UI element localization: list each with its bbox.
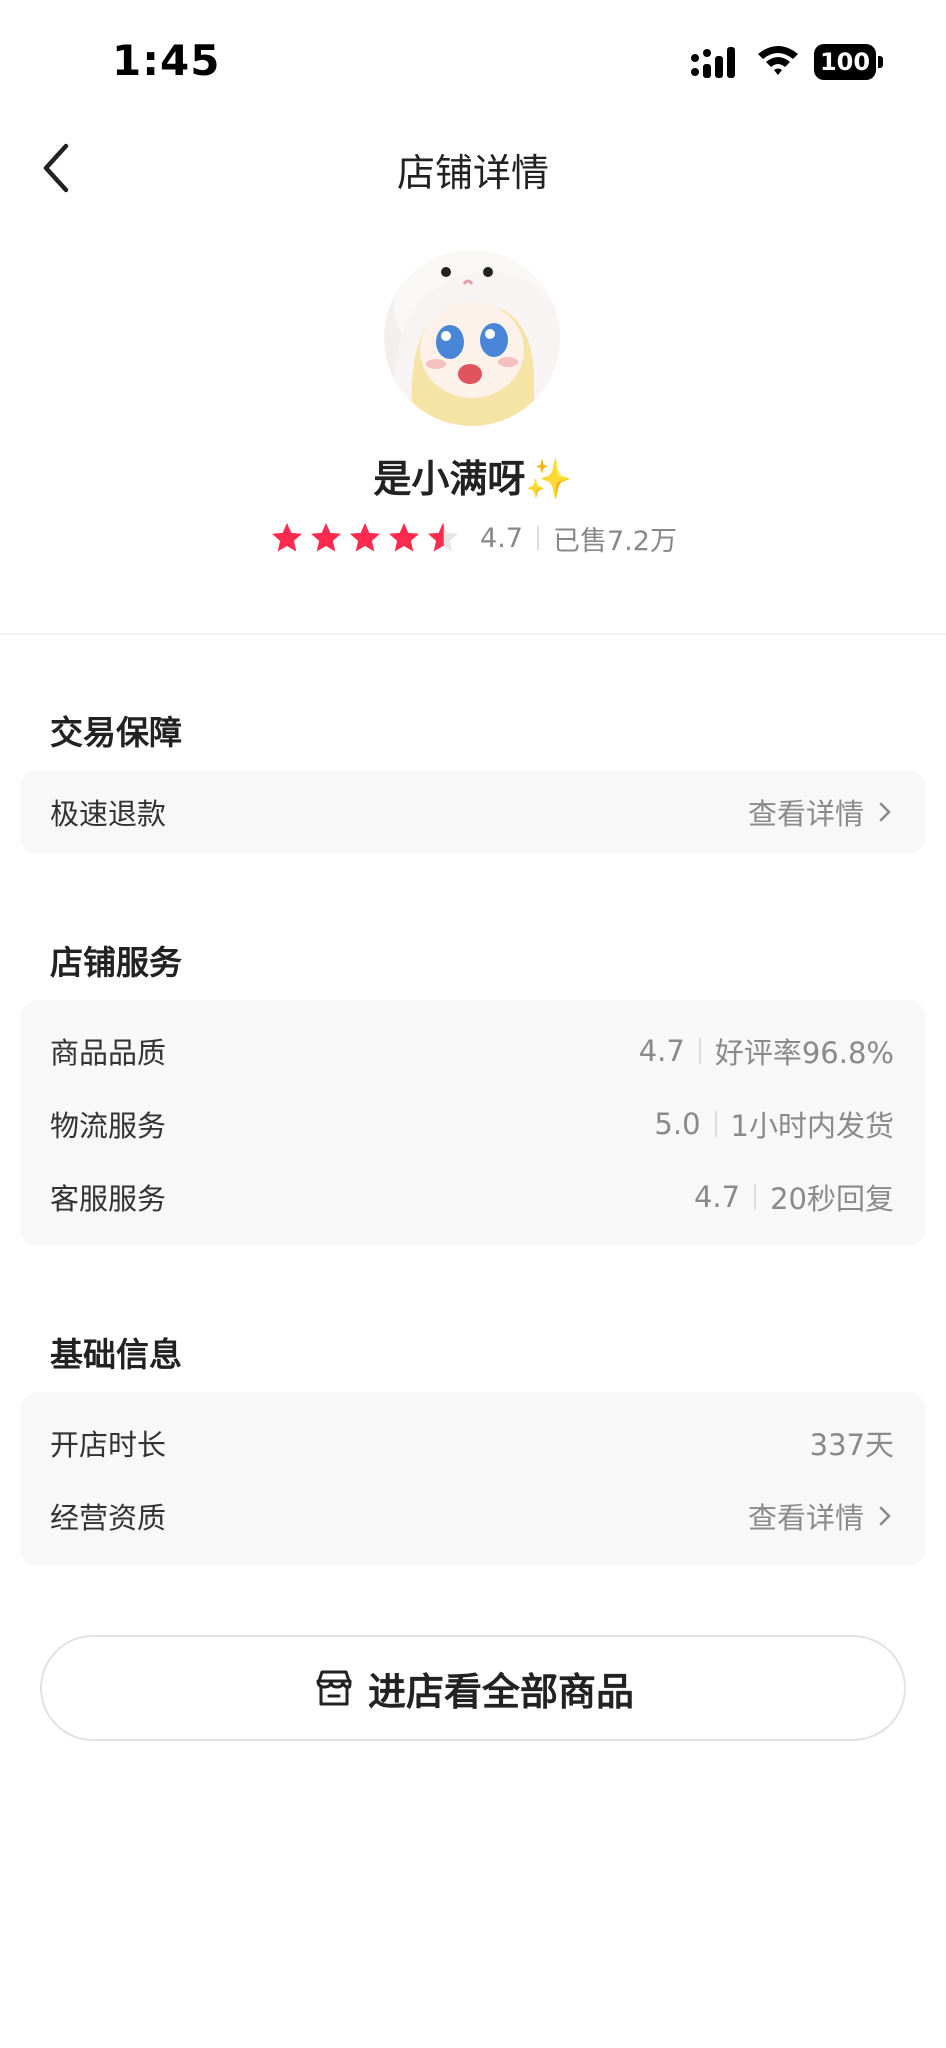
row-product-quality: 商品品质 4.7 好评率96.8% (20, 1020, 926, 1080)
rating-score: 4.7 (480, 522, 523, 554)
shop-name: 是小满呀✨ (373, 457, 573, 501)
battery-level: 100 (819, 48, 871, 76)
sold-count: 已售7.2万 (553, 525, 677, 557)
row-value: 337天 (810, 1422, 894, 1464)
status-time: 1:45 (112, 36, 221, 85)
row-label: 开店时长 (50, 1428, 167, 1462)
status-bar: 1:45 100 (0, 0, 946, 120)
row-value: 4.7 20秒回复 (694, 1176, 894, 1218)
avatar (384, 250, 560, 426)
enter-store-label: 进店看全部商品 (367, 1669, 634, 1714)
star-icon (350, 523, 381, 552)
divider (537, 526, 539, 550)
row-label: 客服服务 (50, 1182, 167, 1216)
divider (754, 1184, 757, 1210)
service-score: 5.0 (654, 1107, 701, 1141)
divider (714, 1111, 717, 1137)
signal-icon (691, 47, 735, 78)
divider (698, 1038, 701, 1064)
trade-guarantee-card: 极速退款 查看详情 (20, 770, 926, 854)
section-title-trade-guarantee: 交易保障 (50, 713, 182, 752)
view-details-link[interactable]: 查看详情 (748, 1495, 864, 1537)
half-star-icon (428, 523, 459, 552)
service-score: 4.7 (638, 1034, 685, 1068)
row-label: 商品品质 (50, 1036, 167, 1070)
row-value: 4.7 好评率96.8% (639, 1030, 894, 1072)
store-age-value: 337天 (809, 1428, 894, 1462)
star-icon (389, 523, 420, 552)
row-label: 经营资质 (50, 1501, 167, 1535)
row-fast-refund[interactable]: 极速退款 查看详情 (20, 781, 926, 841)
row-link[interactable]: 查看详情 (748, 1495, 894, 1537)
shop-service-card: 商品品质 4.7 好评率96.8% 物流服务 5.0 1小时内发货 客服服务 4… (20, 1000, 926, 1246)
row-label: 极速退款 (50, 797, 167, 831)
battery-icon: 100 (814, 44, 884, 80)
star-icon (272, 523, 303, 552)
view-details-link[interactable]: 查看详情 (748, 791, 864, 833)
basic-info-card: 开店时长 337天 经营资质 查看详情 (20, 1392, 926, 1566)
section-title-basic-info: 基础信息 (50, 1335, 182, 1374)
store-icon (316, 1670, 352, 1706)
enter-store-button[interactable]: 进店看全部商品 (40, 1635, 906, 1741)
row-value: 5.0 1小时内发货 (654, 1103, 894, 1145)
service-detail: 好评率96.8% (714, 1036, 894, 1070)
shop-detail-page: 1:45 100 店铺详情 是小满呀✨ 4.7 已售7.2万 交易保障 极速退款… (0, 0, 946, 2048)
rating-row: 4.7 已售7.2万 (0, 516, 946, 560)
star-rating (269, 520, 464, 556)
star-icon (311, 523, 342, 552)
row-business-qualification[interactable]: 经营资质 查看详情 (20, 1485, 926, 1545)
row-logistics-service: 物流服务 5.0 1小时内发货 (20, 1093, 926, 1153)
row-store-age: 开店时长 337天 (20, 1412, 926, 1472)
section-divider (0, 633, 946, 635)
service-detail: 20秒回复 (770, 1182, 894, 1216)
row-link[interactable]: 查看详情 (748, 791, 894, 833)
service-score: 4.7 (693, 1180, 741, 1214)
section-title-shop-service: 店铺服务 (50, 943, 182, 982)
row-customer-service: 客服服务 4.7 20秒回复 (20, 1166, 926, 1226)
service-detail: 1小时内发货 (730, 1109, 894, 1143)
page-title: 店铺详情 (396, 151, 549, 195)
chevron-right-icon (879, 802, 891, 822)
chevron-right-icon (879, 1506, 891, 1526)
wifi-icon (758, 46, 798, 75)
row-label: 物流服务 (50, 1109, 167, 1143)
